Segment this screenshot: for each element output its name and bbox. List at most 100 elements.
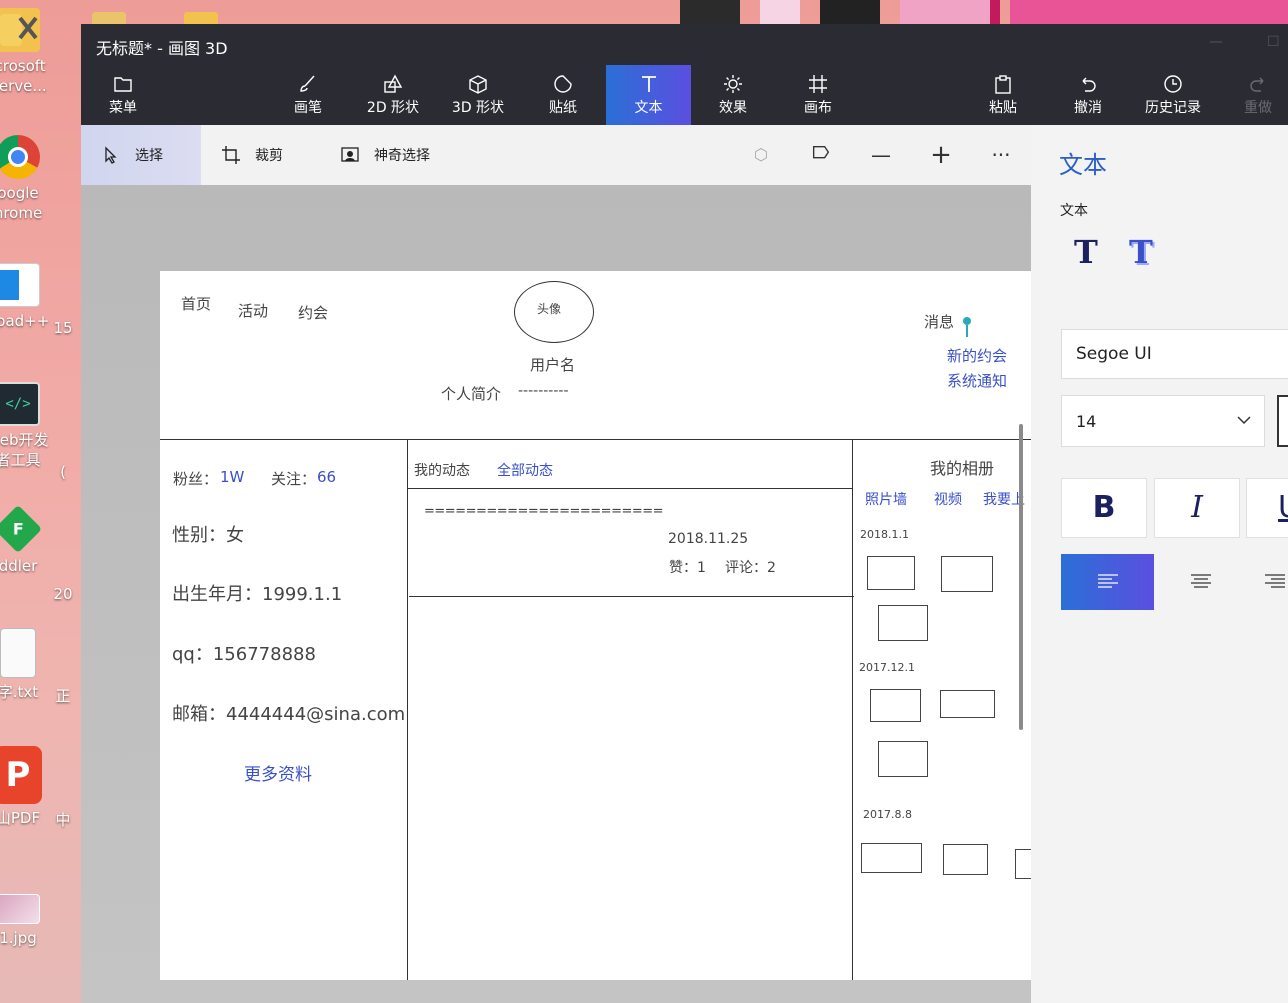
tab-brushes[interactable]: 画笔	[266, 65, 350, 125]
post-comments: 评论：2	[725, 560, 776, 576]
email: 邮箱：4444444@sina.com	[172, 704, 406, 725]
magic-select-button[interactable]: 神奇选择	[340, 125, 470, 185]
align-center-button[interactable]	[1154, 554, 1247, 610]
wallpaper-stripe	[820, 0, 880, 24]
qq: qq：156778888	[172, 644, 316, 665]
zoom-out-icon[interactable]: —	[869, 143, 893, 167]
nav-dating: 约会	[298, 304, 329, 322]
sql-server-icon[interactable]: icrosoft Serve...	[0, 8, 58, 96]
photo-thumbnail[interactable]	[870, 689, 921, 722]
tab-my-feed[interactable]: 我的动态	[414, 460, 470, 480]
history-button[interactable]: 历史记录	[1131, 65, 1215, 125]
photo-thumbnail[interactable]	[940, 690, 995, 718]
font-size-dropdown[interactable]: 14	[1061, 395, 1265, 447]
photo-thumbnail[interactable]	[941, 556, 993, 592]
tab-text[interactable]: 文本	[606, 65, 691, 125]
username: 用户名	[530, 356, 576, 374]
system-notice-link[interactable]: 系统通知	[947, 370, 1007, 391]
tab-effects[interactable]: 效果	[691, 65, 775, 125]
photo-thumbnail[interactable]	[861, 843, 922, 873]
folder-icon[interactable]	[184, 12, 218, 24]
bold-button[interactable]: B	[1061, 478, 1147, 538]
align-left-icon	[1097, 574, 1118, 588]
fans-value: 1W	[220, 468, 245, 486]
jpg-file-icon[interactable]: 1.jpg	[0, 894, 58, 948]
feed-tab-divider	[408, 488, 853, 489]
photo-thumbnail[interactable]	[878, 605, 928, 641]
photo-thumbnail[interactable]	[878, 741, 928, 777]
wallpaper-stripe	[1010, 0, 1288, 24]
canvas-icon	[776, 73, 860, 99]
photo-thumbnail[interactable]	[867, 556, 915, 590]
album-date: 2017.12.1	[859, 661, 915, 674]
avatar-label: 头像	[537, 302, 562, 316]
chrome-icon[interactable]: oogle hrome	[0, 135, 58, 223]
3d-text-icon[interactable]: T	[1129, 233, 1153, 271]
pin-icon	[962, 315, 972, 339]
album-date: 2017.8.8	[863, 808, 912, 821]
more-info-link[interactable]: 更多资料	[244, 760, 312, 785]
desktop-icon-label: 15	[53, 319, 73, 337]
brush-icon	[266, 73, 350, 99]
wallpaper-stripe	[990, 0, 1000, 24]
menu-button[interactable]: 菜单	[95, 65, 151, 125]
left-divider	[407, 439, 408, 980]
paste-button[interactable]: 粘贴	[961, 65, 1045, 125]
more-icon[interactable]: ···	[989, 143, 1013, 167]
ribbon: 菜单 画笔 2D 形状 3D 形状 贴纸 文本 效果 画布 粘贴 撤消 历史记录…	[81, 65, 1288, 125]
cursor-icon	[105, 146, 117, 164]
nav-activity: 活动	[238, 302, 269, 320]
folder-icon	[95, 73, 151, 99]
canvas[interactable]: 首页 活动 约会 头像 用户名 个人简介 ---------- 消息 新的约会 …	[160, 271, 1035, 980]
undo-icon	[1046, 73, 1130, 99]
album-tab-photo-wall[interactable]: 照片墙	[865, 489, 907, 509]
tab-all-feed[interactable]: 全部动态	[497, 460, 553, 480]
2d-text-icon[interactable]: T	[1074, 233, 1098, 271]
title-bar[interactable]: 无标题* - 画图 3D — ☐	[81, 24, 1288, 65]
3d-view-icon[interactable]: ⬡	[749, 143, 773, 167]
flag-icon[interactable]	[809, 143, 833, 167]
maximize-icon[interactable]: ☐	[1267, 34, 1285, 52]
desktop-icon-label: 中	[55, 811, 71, 829]
tab-3d-shapes[interactable]: 3D 形状	[436, 65, 520, 125]
post-content: =======================	[424, 504, 664, 519]
folder-icon[interactable]	[92, 12, 126, 24]
align-right-button[interactable]	[1247, 554, 1288, 610]
bio-label: 个人简介	[441, 385, 502, 403]
align-left-button[interactable]	[1061, 554, 1154, 610]
redo-button[interactable]: 重做	[1216, 65, 1288, 125]
desktop-icon-label: oogle hrome	[0, 184, 43, 222]
desktop-icon-label: ddler	[0, 557, 38, 575]
sun-icon	[691, 73, 775, 99]
magic-select-icon	[341, 147, 359, 162]
header-divider	[160, 439, 1031, 440]
underline-button[interactable]: U	[1246, 478, 1288, 538]
bio-value: ----------	[518, 383, 569, 399]
tab-canvas[interactable]: 画布	[776, 65, 860, 125]
minimize-icon[interactable]: —	[1209, 34, 1227, 52]
text-color-swatch[interactable]	[1277, 395, 1288, 447]
web-dev-tools-icon[interactable]: </> web开发 者工具	[0, 382, 58, 470]
align-center-icon	[1190, 574, 1211, 588]
tab-2d-shapes[interactable]: 2D 形状	[351, 65, 435, 125]
fans-label: 粉丝：	[173, 470, 219, 488]
crop-button[interactable]: 裁剪	[221, 125, 321, 185]
desktop-icon-label: 正	[55, 687, 71, 705]
desktop-icon-label: (	[60, 463, 66, 481]
panel-section-label: 文本	[1060, 203, 1088, 219]
fiddler-icon[interactable]: F ddler	[0, 504, 58, 576]
2d-shapes-icon	[351, 73, 435, 99]
undo-button[interactable]: 撤消	[1046, 65, 1130, 125]
photo-thumbnail[interactable]	[943, 844, 988, 875]
align-right-icon	[1264, 574, 1285, 588]
select-button[interactable]: 选择	[81, 125, 201, 185]
italic-button[interactable]: I	[1154, 478, 1240, 538]
new-dates-link[interactable]: 新的约会	[947, 345, 1007, 366]
font-family-field[interactable]: Segoe UI	[1061, 329, 1288, 379]
tab-stickers[interactable]: 贴纸	[521, 65, 605, 125]
vertical-scrollbar[interactable]	[1019, 424, 1023, 730]
zoom-in-icon[interactable]: +	[929, 142, 953, 168]
text-panel: 文本 文本 T T Segoe UI 14 B I U	[1031, 125, 1288, 1003]
album-tab-video[interactable]: 视频	[934, 489, 962, 509]
desktop-icon-label: icrosoft Serve...	[0, 57, 47, 95]
